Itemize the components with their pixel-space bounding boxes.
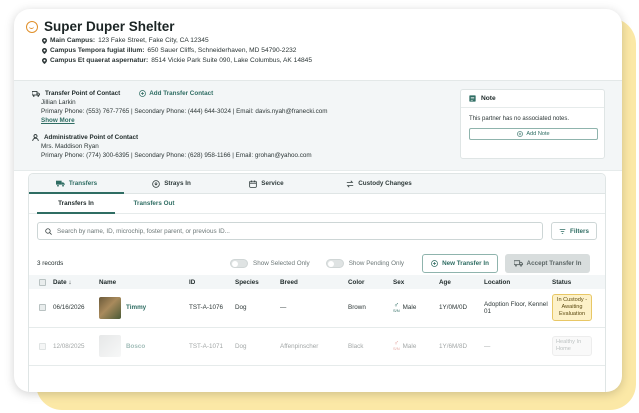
table-controls: 3 records Show Selected Only Show Pendin… bbox=[29, 240, 605, 273]
subtab-transfers-out[interactable]: Transfers Out bbox=[115, 194, 193, 213]
tab-custody-changes[interactable]: Custody Changes bbox=[314, 174, 444, 193]
note-text: This partner has no associated notes. bbox=[469, 116, 570, 122]
animal-name-link[interactable]: Bosco bbox=[126, 343, 145, 350]
cell-location: — bbox=[484, 342, 491, 350]
column-status[interactable]: Status bbox=[550, 275, 605, 289]
campus-main: Main Campus: 123 Fake Street, Fake City,… bbox=[26, 37, 622, 44]
animal-photo bbox=[99, 335, 121, 357]
search-row: Search by name, ID, microchip, foster pa… bbox=[29, 214, 605, 240]
truck-icon bbox=[32, 90, 40, 97]
location-pin-icon bbox=[42, 57, 47, 64]
animal-photo bbox=[99, 296, 121, 319]
cell-breed: — bbox=[280, 304, 287, 312]
accept-transfer-in-button[interactable]: Accept Transfer In bbox=[505, 253, 591, 273]
plus-circle-icon bbox=[517, 131, 524, 137]
column-date[interactable]: Date ↓ bbox=[51, 275, 97, 289]
contacts-section: Transfer Point of Contact Add Transfer C… bbox=[14, 81, 622, 171]
new-transfer-in-button[interactable]: New Transfer In bbox=[422, 253, 499, 273]
select-all-checkbox[interactable] bbox=[39, 278, 46, 286]
calendar-icon bbox=[249, 179, 258, 188]
campus-et-quaerat: Campus Et quaerat aspernatur: 8514 Vicki… bbox=[26, 57, 622, 64]
column-species[interactable]: Species bbox=[233, 275, 278, 289]
cell-sex: ♂ S/N Male bbox=[393, 340, 417, 351]
cell-species: Dog bbox=[235, 342, 247, 350]
cell-color: Black bbox=[348, 342, 364, 350]
note-icon bbox=[469, 95, 476, 102]
table-row[interactable]: 06/16/2026 Timmy TST-A-1076 Dog — Brown bbox=[29, 289, 605, 327]
row-checkbox[interactable] bbox=[39, 304, 46, 312]
brand: Super Duper Shelter bbox=[26, 19, 622, 34]
filter-icon bbox=[559, 228, 566, 234]
cell-date: 06/16/2026 bbox=[53, 304, 85, 312]
search-placeholder: Search by name, ID, microchip, foster pa… bbox=[57, 227, 230, 235]
add-transfer-contact-link[interactable]: Add Transfer Contact bbox=[139, 89, 213, 98]
add-note-button[interactable]: Add Note bbox=[469, 128, 598, 140]
cell-age: 1Y/0M/0D bbox=[439, 304, 467, 312]
cell-color: Brown bbox=[348, 304, 366, 312]
search-input[interactable]: Search by name, ID, microchip, foster pa… bbox=[37, 222, 543, 240]
transfer-subtabs: Transfers In Transfers Out bbox=[29, 194, 605, 214]
location-pin-icon bbox=[42, 47, 47, 54]
note-title: Note bbox=[481, 95, 496, 102]
animal-name-link[interactable]: Timmy bbox=[126, 304, 146, 311]
column-age[interactable]: Age bbox=[437, 275, 482, 289]
cell-id: TST-A-1076 bbox=[189, 304, 223, 312]
column-breed[interactable]: Breed bbox=[278, 275, 346, 289]
tab-service[interactable]: Service bbox=[219, 174, 314, 193]
show-selected-toggle[interactable]: Show Selected Only bbox=[230, 258, 310, 268]
cell-sex: ♂ S/N Male bbox=[393, 301, 417, 313]
column-id[interactable]: ID bbox=[187, 275, 233, 289]
status-badge: In Custody - Awaiting Evaluation bbox=[552, 294, 592, 322]
record-count: 3 records bbox=[37, 259, 64, 267]
admin-contact-heading: Administrative Point of Contact bbox=[44, 134, 139, 141]
transfer-contact-heading: Transfer Point of Contact bbox=[45, 90, 121, 97]
tab-transfers[interactable]: Transfers bbox=[29, 174, 124, 194]
column-location[interactable]: Location bbox=[482, 275, 550, 289]
plus-circle-icon bbox=[431, 259, 438, 267]
truck-icon bbox=[513, 259, 523, 267]
location-pin-icon bbox=[42, 37, 47, 44]
shelter-logo-icon bbox=[26, 20, 38, 33]
toggle-switch[interactable] bbox=[230, 258, 248, 268]
shelter-header: Super Duper Shelter Main Campus: 123 Fak… bbox=[14, 9, 622, 81]
column-color[interactable]: Color bbox=[346, 275, 391, 289]
neutered-male-icon: ♂ S/N bbox=[393, 340, 400, 351]
shelter-name: Super Duper Shelter bbox=[44, 19, 175, 34]
neutered-male-icon: ♂ S/N bbox=[393, 301, 400, 313]
note-panel: Note This partner has no associated note… bbox=[460, 89, 605, 159]
plus-circle-icon bbox=[139, 90, 147, 97]
toggle-switch[interactable] bbox=[325, 258, 344, 268]
main-tabs: Transfers Strays In Service Custody Chan… bbox=[29, 174, 605, 194]
table-row[interactable]: 12/08/2025 Bosco TST-A-1071 Dog Affenpin… bbox=[29, 327, 605, 365]
cell-breed: Affenpinscher bbox=[280, 342, 319, 350]
table-header-row: Date ↓ Name ID Species Breed Color Sex A… bbox=[29, 275, 605, 289]
status-badge: Healthy In Home bbox=[552, 336, 592, 356]
partner-card: Super Duper Shelter Main Campus: 123 Fak… bbox=[14, 9, 622, 392]
column-name[interactable]: Name bbox=[97, 275, 187, 289]
filters-button[interactable]: Filters bbox=[551, 222, 597, 240]
row-checkbox[interactable] bbox=[39, 342, 46, 350]
campus-tempora: Campus Tempora fugiat illum: 650 Sauer C… bbox=[26, 47, 622, 54]
transfers-table: Date ↓ Name ID Species Breed Color Sex A… bbox=[29, 275, 605, 366]
column-sex[interactable]: Sex bbox=[391, 275, 437, 289]
search-icon bbox=[45, 227, 52, 235]
records-panel: Transfers Strays In Service Custody Chan… bbox=[28, 173, 606, 392]
user-icon bbox=[32, 134, 39, 141]
show-pending-toggle[interactable]: Show Pending Only bbox=[325, 258, 404, 268]
stray-icon bbox=[152, 179, 160, 188]
cell-age: 1Y/6M/8D bbox=[439, 342, 467, 350]
tab-strays-in[interactable]: Strays In bbox=[124, 174, 219, 193]
subtab-transfers-in[interactable]: Transfers In bbox=[37, 194, 115, 214]
cell-date: 12/08/2025 bbox=[53, 342, 85, 350]
cell-location: Adoption Floor, Kennel 01 bbox=[484, 300, 548, 315]
cell-species: Dog bbox=[235, 304, 247, 312]
cell-id: TST-A-1071 bbox=[189, 342, 223, 350]
truck-icon bbox=[55, 180, 65, 187]
sort-down-icon: ↓ bbox=[68, 278, 72, 286]
swap-icon bbox=[346, 180, 354, 187]
